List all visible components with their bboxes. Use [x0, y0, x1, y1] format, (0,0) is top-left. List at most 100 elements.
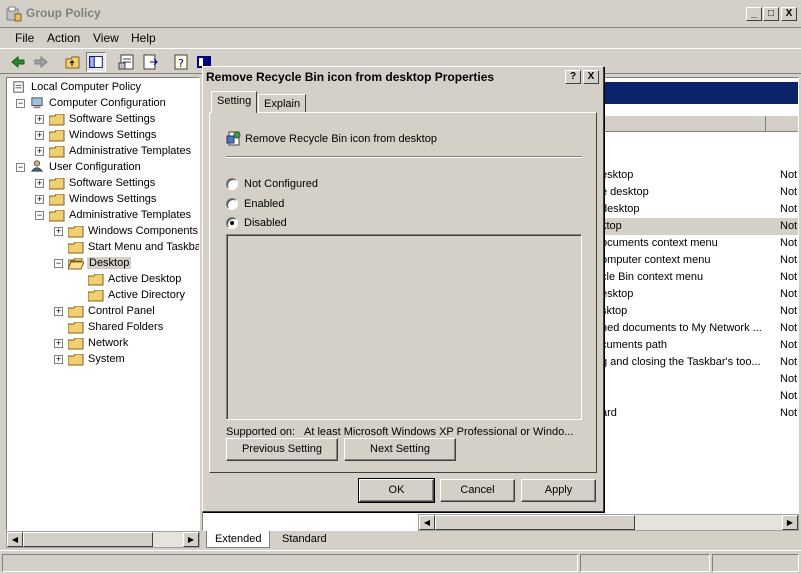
list-item-state: Not	[780, 186, 798, 198]
properties-dialog: Remove Recycle Bin icon from desktop Pro…	[202, 66, 604, 512]
window-titlebar: Group Policy _ □ X	[0, 0, 801, 28]
properties-icon[interactable]	[117, 52, 137, 72]
tab-extended[interactable]: Extended	[206, 531, 271, 548]
tab-explain[interactable]: Explain	[258, 94, 307, 113]
list-item-state: Not	[780, 220, 798, 232]
list-item-name: cuments path	[601, 339, 668, 351]
scroll-right-icon[interactable]: ▶	[782, 515, 798, 530]
computer-icon	[31, 97, 43, 109]
expander-computer-config[interactable]: −	[16, 99, 25, 108]
list-item-name: omputer context menu	[601, 254, 711, 266]
menu-file[interactable]: File	[15, 31, 34, 45]
folder-icon	[49, 178, 65, 190]
next-setting-button[interactable]: Next Setting	[344, 438, 456, 461]
expander-uc-admin[interactable]: −	[35, 211, 44, 220]
list-item-name: e desktop	[601, 186, 649, 198]
radio-enabled[interactable]	[226, 198, 238, 210]
dialog-titlebar[interactable]: Remove Recycle Bin icon from desktop Pro…	[204, 68, 602, 86]
expander-control-panel[interactable]: +	[54, 307, 63, 316]
list-horizontal-scrollbar[interactable]: ◀ ▶	[418, 514, 799, 531]
list-item-name: ned documents to My Network ...	[601, 322, 762, 334]
svg-text:?: ?	[178, 57, 184, 70]
apply-button[interactable]: Apply	[521, 479, 596, 502]
list-item-state: Not	[780, 237, 798, 249]
folder-icon	[88, 290, 104, 302]
folder-icon	[49, 194, 65, 206]
window-title: Group Policy	[26, 6, 101, 20]
policy-name-label: Remove Recycle Bin icon from desktop	[245, 133, 437, 145]
list-item-state: Not	[780, 356, 798, 368]
folder-icon	[88, 274, 104, 286]
folder-icon	[49, 210, 65, 222]
list-item-name: esktop	[601, 169, 634, 181]
back-icon[interactable]	[8, 52, 28, 72]
scroll-left-icon[interactable]: ◀	[7, 532, 23, 547]
expander-cc-windows[interactable]: +	[35, 131, 44, 140]
tree-horizontal-scrollbar[interactable]: ◀ ▶	[6, 531, 200, 548]
user-icon	[30, 160, 44, 172]
status-bar	[0, 550, 801, 573]
scroll-right-icon[interactable]: ▶	[183, 532, 199, 547]
radio-not-configured[interactable]	[226, 178, 238, 190]
list-item-state: Not	[780, 169, 798, 181]
policy-tree[interactable]: Local Computer Policy − Computer Configu…	[6, 77, 200, 531]
close-button[interactable]: X	[781, 7, 797, 21]
list-item-state: Not	[780, 288, 798, 300]
minimize-button[interactable]: _	[746, 7, 762, 21]
ok-button[interactable]: OK	[358, 478, 435, 503]
folder-icon	[68, 338, 84, 350]
view-tabs: Extended Standard	[202, 531, 799, 549]
list-scroll-thumb[interactable]	[435, 515, 635, 530]
list-item-state: Not	[780, 339, 798, 351]
folder-icon	[49, 114, 65, 126]
list-item-name: desktop	[601, 203, 640, 215]
tree-label-desktop-selected: Desktop	[87, 257, 132, 269]
list-item-state: Not	[780, 271, 798, 283]
list-item-name: sktop	[601, 305, 628, 317]
maximize-button[interactable]: □	[763, 7, 779, 21]
tab-setting[interactable]: Setting	[211, 91, 258, 113]
forward-icon[interactable]	[31, 52, 51, 72]
status-cell-3	[712, 554, 799, 572]
tree-scroll-thumb[interactable]	[23, 532, 153, 547]
radio-selected-dot	[230, 221, 234, 225]
expander-windows-components[interactable]: +	[54, 227, 63, 236]
expander-desktop[interactable]: −	[54, 259, 63, 268]
radio-disabled[interactable]	[226, 217, 238, 229]
list-item-state: Not	[780, 390, 798, 402]
up-folder-icon[interactable]	[63, 52, 83, 72]
menu-action[interactable]: Action	[47, 31, 80, 45]
expander-system[interactable]: +	[54, 355, 63, 364]
open-folder-icon	[68, 258, 84, 270]
dialog-help-button[interactable]: ?	[565, 70, 581, 84]
tab-standard[interactable]: Standard	[274, 531, 335, 548]
expander-user-config[interactable]: −	[16, 163, 25, 172]
dialog-close-button[interactable]: X	[583, 70, 599, 84]
list-item-state: Not	[780, 322, 798, 334]
expander-cc-software[interactable]: +	[35, 115, 44, 124]
folder-icon	[49, 130, 65, 142]
folder-icon	[49, 146, 65, 158]
menu-view[interactable]: View	[93, 31, 119, 45]
list-item-name: esktop	[601, 288, 634, 300]
folder-icon	[68, 306, 84, 318]
export-list-icon[interactable]	[140, 52, 160, 72]
previous-setting-button[interactable]: Previous Setting	[226, 438, 338, 461]
expander-uc-software[interactable]: +	[35, 179, 44, 188]
list-item-name: ocuments context menu	[601, 237, 718, 249]
show-hide-tree-icon[interactable]	[86, 52, 106, 72]
list-item-state: Not	[780, 203, 798, 215]
list-item-name: cle Bin context menu	[601, 271, 704, 283]
help-icon[interactable]: ?	[171, 52, 191, 72]
expander-cc-admin[interactable]: +	[35, 147, 44, 156]
cancel-button[interactable]: Cancel	[440, 479, 515, 502]
supported-on-label: Supported on:	[226, 426, 296, 438]
list-item-state: Not	[780, 305, 798, 317]
separator	[226, 156, 582, 158]
expander-uc-windows[interactable]: +	[35, 195, 44, 204]
list-item-state: Not	[780, 373, 798, 385]
expander-network[interactable]: +	[54, 339, 63, 348]
menu-help[interactable]: Help	[131, 31, 156, 45]
scroll-left-icon[interactable]: ◀	[419, 515, 435, 530]
dialog-title: Remove Recycle Bin icon from desktop Pro…	[206, 70, 495, 84]
